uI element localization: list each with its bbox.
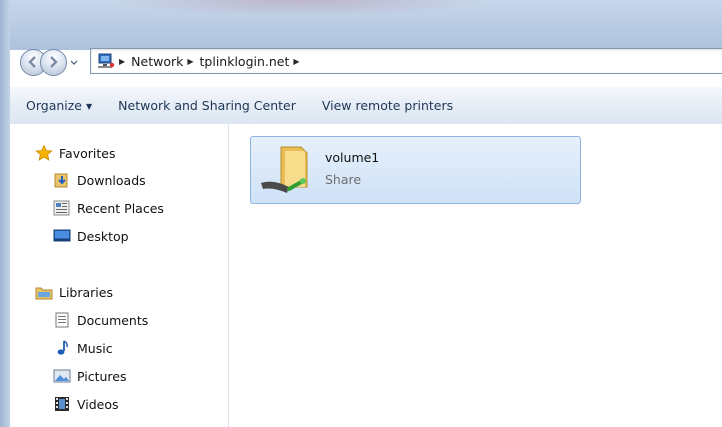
forward-button[interactable] <box>40 49 67 76</box>
share-type: Share <box>325 172 362 187</box>
sidebar-item-label: Recent Places <box>77 200 164 216</box>
sidebar-item-recent-places[interactable]: Recent Places <box>53 198 164 218</box>
sidebar-item-label: Videos <box>77 396 119 412</box>
sidebar-item-downloads[interactable]: Downloads <box>53 170 146 190</box>
downloads-icon <box>54 173 68 188</box>
sidebar-item-videos[interactable]: Videos <box>53 394 119 414</box>
videos-icon <box>55 397 69 411</box>
sidebar-item-label: Music <box>77 340 113 356</box>
window-border <box>0 0 10 427</box>
back-arrow-icon <box>28 56 36 68</box>
breadcrumb-tplinklogin[interactable]: tplinklogin.net <box>200 54 290 69</box>
sidebar-item-favorites[interactable]: Favorites <box>35 143 115 163</box>
breadcrumb-separator-icon[interactable]: ▶ <box>119 57 125 66</box>
network-icon <box>98 53 115 68</box>
sidebar-item-label: Desktop <box>77 228 129 244</box>
sidebar-item-documents[interactable]: Documents <box>53 310 148 330</box>
breadcrumb-network[interactable]: Network <box>131 54 183 69</box>
pictures-icon <box>53 369 71 383</box>
recent-pages-chevron-icon[interactable] <box>69 58 79 68</box>
desktop-icon <box>53 229 71 242</box>
window-frame <box>0 0 722 50</box>
breadcrumb-separator-icon[interactable]: ▶ <box>187 57 193 66</box>
share-item-volume1[interactable]: volume1 Share <box>250 136 581 204</box>
favorites-star-icon <box>35 145 53 161</box>
chevron-down-icon: ▼ <box>86 102 93 111</box>
address-bar[interactable]: ▶ Network ▶ tplinklogin.net ▶ <box>90 48 722 74</box>
sidebar-item-label: Pictures <box>77 368 127 384</box>
sidebar-item-label: Favorites <box>59 145 116 161</box>
documents-icon <box>55 312 69 328</box>
breadcrumb-separator-icon[interactable]: ▶ <box>293 57 299 66</box>
sidebar-item-desktop[interactable]: Desktop <box>53 226 129 246</box>
navigation-pane: Favorites Downloads Recent Places Deskto… <box>10 124 229 427</box>
command-bar: Organize ▼ Network and Sharing Center Vie… <box>10 86 722 125</box>
network-sharing-center-button[interactable]: Network and Sharing Center <box>118 98 296 113</box>
organize-label: Organize <box>26 98 82 113</box>
sidebar-item-label: Documents <box>77 312 149 328</box>
libraries-icon <box>35 287 53 300</box>
forward-arrow-icon <box>50 56 58 68</box>
shared-folder-icon <box>261 146 308 193</box>
recent-places-icon <box>53 200 70 216</box>
sidebar-item-libraries[interactable]: Libraries <box>35 282 113 302</box>
organize-button[interactable]: Organize ▼ <box>26 98 92 113</box>
share-name: volume1 <box>325 150 380 165</box>
sidebar-item-pictures[interactable]: Pictures <box>53 366 127 386</box>
sidebar-item-label: Downloads <box>77 172 146 188</box>
sidebar-item-music[interactable]: Music <box>53 338 113 358</box>
music-icon <box>57 340 68 355</box>
sidebar-item-label: Libraries <box>59 284 113 300</box>
view-remote-printers-button[interactable]: View remote printers <box>322 98 453 113</box>
content-pane: volume1 Share <box>229 124 722 427</box>
